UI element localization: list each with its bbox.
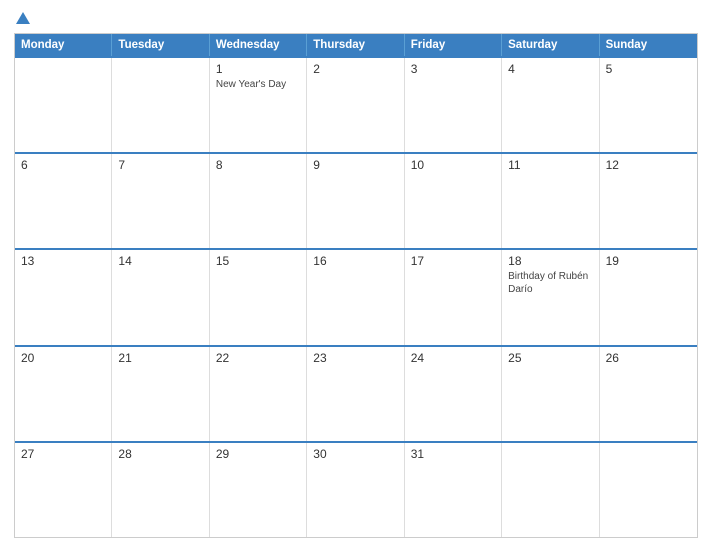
logo-triangle-icon [16, 12, 30, 24]
calendar: MondayTuesdayWednesdayThursdayFridaySatu… [14, 33, 698, 538]
calendar-cell: 25 [502, 347, 599, 441]
cell-day-number: 15 [216, 254, 300, 268]
calendar-cell: 20 [15, 347, 112, 441]
cell-day-number: 26 [606, 351, 691, 365]
cell-day-number: 24 [411, 351, 495, 365]
cell-day-number: 5 [606, 62, 691, 76]
calendar-cell: 4 [502, 58, 599, 152]
cell-day-number: 11 [508, 158, 592, 172]
cell-day-number: 17 [411, 254, 495, 268]
calendar-cell: 19 [600, 250, 697, 344]
calendar-day-header: Sunday [600, 34, 697, 56]
cell-day-number: 22 [216, 351, 300, 365]
calendar-cell: 5 [600, 58, 697, 152]
cell-day-number: 12 [606, 158, 691, 172]
calendar-cell [502, 443, 599, 537]
cell-day-number: 10 [411, 158, 495, 172]
calendar-cell: 22 [210, 347, 307, 441]
calendar-cell: 31 [405, 443, 502, 537]
calendar-cell: 2 [307, 58, 404, 152]
calendar-cell: 14 [112, 250, 209, 344]
calendar-cell: 27 [15, 443, 112, 537]
cell-day-number: 29 [216, 447, 300, 461]
calendar-day-header: Tuesday [112, 34, 209, 56]
header [14, 12, 698, 27]
cell-day-number: 8 [216, 158, 300, 172]
calendar-week: 27 28 29 30 31 [15, 441, 697, 537]
cell-day-number: 19 [606, 254, 691, 268]
calendar-cell [15, 58, 112, 152]
logo [14, 12, 30, 27]
calendar-cell: 29 [210, 443, 307, 537]
calendar-cell: 21 [112, 347, 209, 441]
page: MondayTuesdayWednesdayThursdayFridaySatu… [0, 0, 712, 550]
cell-day-number: 1 [216, 62, 300, 76]
calendar-day-header: Wednesday [210, 34, 307, 56]
calendar-cell: 9 [307, 154, 404, 248]
calendar-cell: 8 [210, 154, 307, 248]
calendar-cell: 3 [405, 58, 502, 152]
calendar-day-header: Monday [15, 34, 112, 56]
calendar-cell: 18 Birthday of Rubén Darío [502, 250, 599, 344]
calendar-cell: 15 [210, 250, 307, 344]
cell-day-number: 6 [21, 158, 105, 172]
cell-day-number: 23 [313, 351, 397, 365]
cell-day-number: 3 [411, 62, 495, 76]
calendar-day-header: Thursday [307, 34, 404, 56]
calendar-cell: 1 New Year's Day [210, 58, 307, 152]
cell-day-number: 27 [21, 447, 105, 461]
cell-day-number: 21 [118, 351, 202, 365]
calendar-cell: 26 [600, 347, 697, 441]
cell-day-number: 25 [508, 351, 592, 365]
calendar-cell: 12 [600, 154, 697, 248]
calendar-header: MondayTuesdayWednesdayThursdayFridaySatu… [15, 34, 697, 56]
cell-day-number: 31 [411, 447, 495, 461]
calendar-cell: 23 [307, 347, 404, 441]
calendar-week: 13 14 15 16 17 18 Birthday of Rubén Darío 19 [15, 248, 697, 344]
calendar-cell: 7 [112, 154, 209, 248]
calendar-cell: 16 [307, 250, 404, 344]
calendar-cell: 11 [502, 154, 599, 248]
calendar-cell: 10 [405, 154, 502, 248]
cell-day-number: 20 [21, 351, 105, 365]
calendar-cell: 24 [405, 347, 502, 441]
calendar-week: 6789 10 11 12 [15, 152, 697, 248]
cell-day-number: 30 [313, 447, 397, 461]
cell-day-number: 16 [313, 254, 397, 268]
calendar-cell: 30 [307, 443, 404, 537]
calendar-cell [112, 58, 209, 152]
cell-event-label: New Year's Day [216, 78, 300, 91]
calendar-cell [600, 443, 697, 537]
cell-day-number: 4 [508, 62, 592, 76]
cell-day-number: 28 [118, 447, 202, 461]
cell-day-number: 2 [313, 62, 397, 76]
calendar-week: 1 New Year's Day 2345 [15, 56, 697, 152]
calendar-cell: 6 [15, 154, 112, 248]
calendar-week: 20 21 22 23 24 25 26 [15, 345, 697, 441]
calendar-cell: 13 [15, 250, 112, 344]
cell-event-label: Birthday of Rubén Darío [508, 270, 592, 296]
calendar-body: 1New Year's Day2345678910111213141516171… [15, 56, 697, 537]
cell-day-number: 9 [313, 158, 397, 172]
cell-day-number: 18 [508, 254, 592, 268]
calendar-day-header: Saturday [502, 34, 599, 56]
cell-day-number: 7 [118, 158, 202, 172]
calendar-cell: 28 [112, 443, 209, 537]
cell-day-number: 14 [118, 254, 202, 268]
calendar-day-header: Friday [405, 34, 502, 56]
cell-day-number: 13 [21, 254, 105, 268]
calendar-cell: 17 [405, 250, 502, 344]
